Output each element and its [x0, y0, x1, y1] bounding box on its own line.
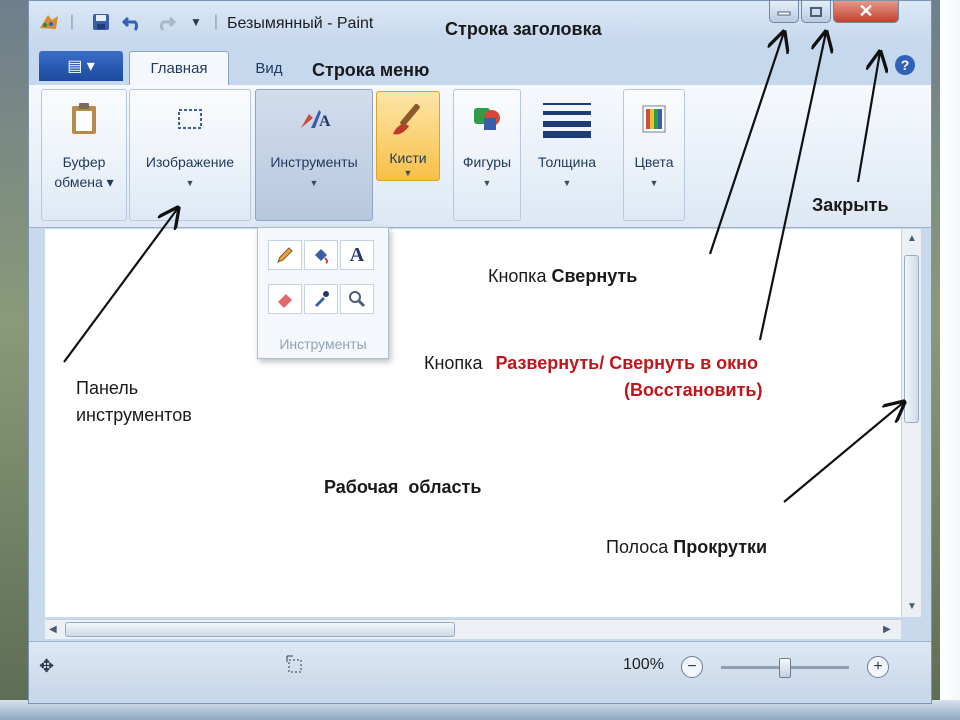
close-annotation: Закрыть: [812, 195, 889, 215]
restore-annotation: Кнопка Развернуть/ Свернуть в окно: [424, 353, 758, 374]
arrow-to-maximize: [758, 32, 826, 341]
scrollbar-annotation-prefix: Полоса: [606, 537, 669, 557]
restore-annotation-line1: Развернуть/ Свернуть в окно: [495, 353, 759, 373]
arrow-to-close: [856, 52, 880, 183]
minimize-annotation-bold: Свернуть: [551, 266, 638, 286]
arrow-to-scrollbar: [783, 402, 904, 503]
minimize-annotation-prefix: Кнопка: [488, 266, 547, 286]
toolbar-annotation-line1: Панель: [76, 378, 139, 398]
scrollbar-annotation: Полоса Прокрутки: [606, 537, 767, 558]
title-bar-annotation: Строка заголовка: [445, 19, 602, 39]
workspace-annotation: Рабочая область: [324, 477, 482, 497]
arrow-to-toolbar: [63, 208, 178, 363]
scrollbar-annotation-bold: Прокрутки: [673, 537, 768, 557]
toolbar-annotation-line2: инструментов: [76, 405, 192, 425]
toolbar-annotation: Панель инструментов: [76, 375, 192, 429]
minimize-annotation: Кнопка Свернуть: [488, 266, 637, 287]
arrow-to-minimize: [708, 32, 784, 255]
menu-bar-annotation: Строка меню: [312, 60, 430, 80]
restore-annotation-prefix: Кнопка: [424, 353, 483, 373]
restore-annotation-line2: (Восстановить): [624, 380, 763, 400]
